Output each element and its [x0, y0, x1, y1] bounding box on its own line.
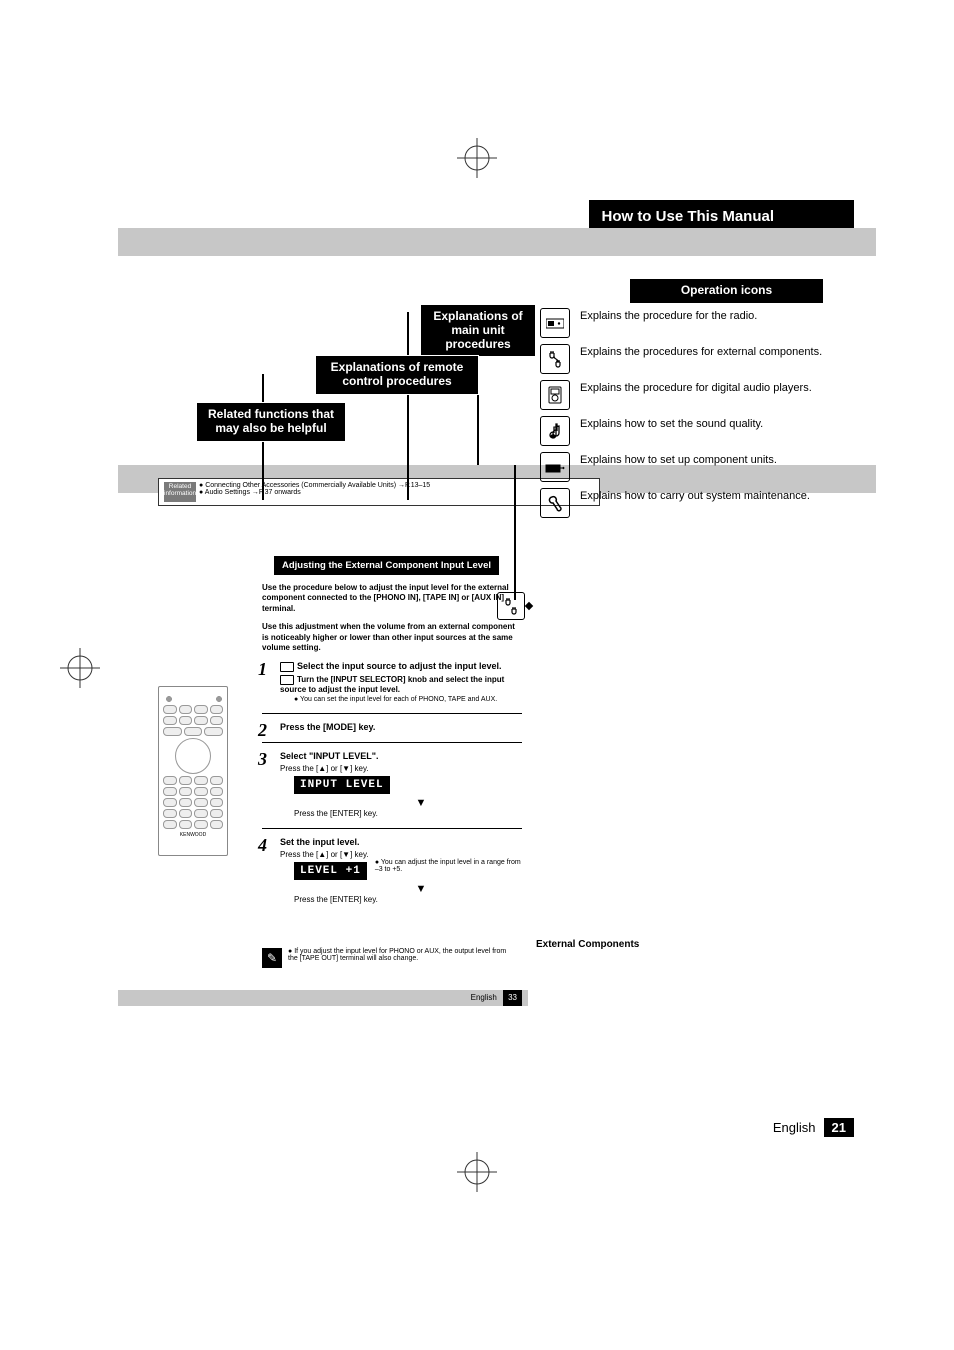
related-info-box: Related information Connecting Other Acc… — [158, 478, 600, 506]
remote-control-image: KENWOOD — [158, 686, 228, 856]
op-row-external: Explains the procedures for external com… — [540, 344, 876, 374]
press-enter: Press the [ENTER] key. — [294, 809, 522, 818]
sound-quality-icon — [540, 416, 570, 446]
footnote-text: If you adjust the input level for PHONO … — [288, 948, 517, 968]
step-4: 4 Set the input level. Press the [▲] or … — [262, 837, 522, 904]
op-text: Explains how to carry out system mainten… — [580, 488, 810, 504]
label-operation-icons: Operation icons — [629, 278, 824, 304]
crop-mark-bottom-icon — [457, 1152, 497, 1195]
related-info-item: Audio Settings →P.37 onwards — [199, 489, 595, 496]
procedure-intro: Use this adjustment when the volume from… — [262, 622, 522, 653]
step-number-icon: 2 — [258, 720, 267, 741]
related-info-tab: Related information — [164, 482, 196, 502]
down-arrow-icon: ▼ — [320, 797, 522, 809]
pointer-diamond-icon — [525, 602, 533, 610]
subpage-footer: English 33 — [118, 990, 528, 1006]
op-row-radio: Explains the procedure for the radio. — [540, 308, 876, 338]
op-row-setup: Explains how to set up component units. — [540, 452, 876, 482]
lcd-display: LEVEL +1 — [294, 862, 367, 880]
op-text: Explains how to set the sound quality. — [580, 416, 763, 432]
note-icon: ✎ — [262, 948, 282, 968]
op-row-maintenance: Explains how to carry out system mainten… — [540, 488, 876, 518]
op-text: Explains the procedures for external com… — [580, 344, 822, 360]
connector-line — [407, 312, 409, 500]
procedure-block: Adjusting the External Component Input L… — [262, 556, 522, 914]
external-components-icon — [540, 344, 570, 374]
crop-mark-top-icon — [457, 138, 497, 181]
op-row-digital: Explains the procedure for digital audio… — [540, 380, 876, 410]
label-remote: Explanations of remote control procedure… — [315, 355, 479, 395]
step-2: 2 Press the [MODE] key. — [262, 722, 522, 732]
down-arrow-icon: ▼ — [320, 883, 522, 895]
component-setup-icon — [540, 452, 570, 482]
crop-mark-left-icon — [60, 648, 100, 691]
op-text: Explains the procedure for digital audio… — [580, 380, 812, 396]
step-note: You can adjust the input level in a rang… — [375, 859, 522, 873]
op-row-sound: Explains how to set the sound quality. — [540, 416, 876, 446]
procedure-intro: Use the procedure below to adjust the in… — [262, 583, 522, 614]
press-enter: Press the [ENTER] key. — [294, 895, 522, 904]
operation-icons-list: Explains the procedure for the radio. Ex… — [540, 308, 876, 524]
page-number: 21 — [824, 1118, 854, 1137]
external-components-heading: External Components — [536, 939, 639, 950]
step-note: You can set the input level for each of … — [294, 696, 522, 703]
op-text: Explains how to set up component units. — [580, 452, 777, 468]
page-language: English — [773, 1120, 816, 1135]
label-main-unit: Explanations of main unit procedures — [420, 304, 536, 357]
top-gray-strip — [118, 228, 876, 256]
step-number-icon: 3 — [258, 749, 267, 770]
receiver-icon — [280, 675, 294, 685]
digital-player-icon — [540, 380, 570, 410]
step-1: 1 Select the input source to adjust the … — [262, 661, 522, 703]
receiver-icon — [280, 662, 294, 672]
radio-icon — [540, 308, 570, 338]
op-text: Explains the procedure for the radio. — [580, 308, 757, 324]
connector-line — [514, 465, 516, 600]
label-related: Related functions that may also be helpf… — [196, 402, 346, 442]
step-3: 3 Select "INPUT LEVEL". Press the [▲] or… — [262, 751, 522, 818]
procedure-title: Adjusting the External Component Input L… — [274, 556, 499, 575]
step-number-icon: 4 — [258, 835, 267, 856]
step-number-icon: 1 — [258, 659, 267, 680]
footnote-box: ✎ If you adjust the input level for PHON… — [262, 948, 517, 968]
related-info-item: Connecting Other Accessories (Commercial… — [199, 482, 595, 489]
lcd-display: INPUT LEVEL — [294, 776, 390, 794]
page-footer: English 21 — [773, 1120, 854, 1135]
maintenance-icon — [540, 488, 570, 518]
